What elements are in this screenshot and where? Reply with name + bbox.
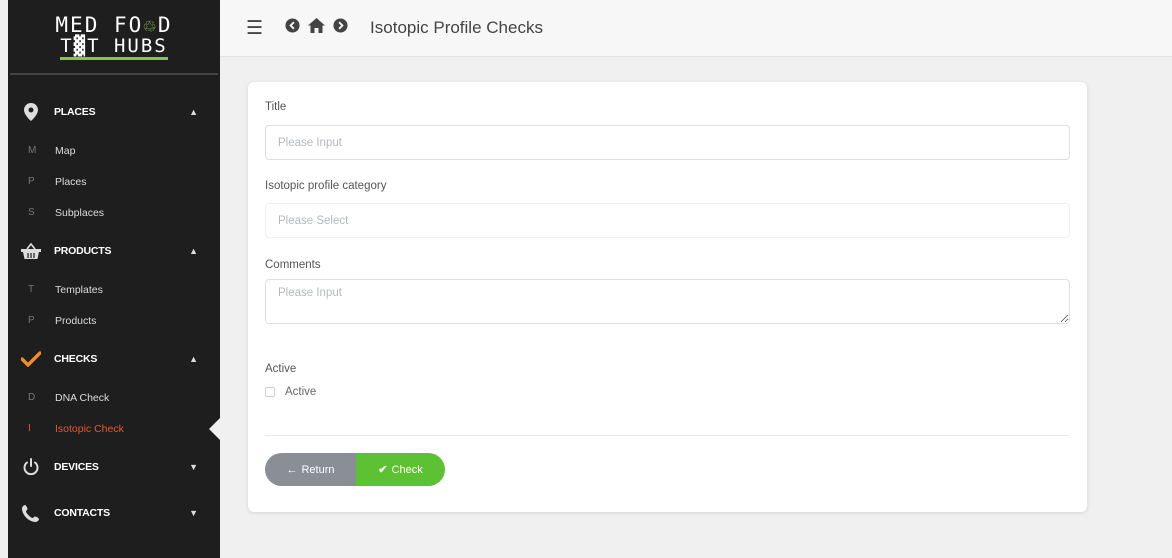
leaf-icon: ♲ [143, 12, 158, 37]
caret-up-icon: ▲ [189, 107, 198, 117]
home-icon[interactable] [308, 18, 326, 38]
caret-down-icon: ▼ [189, 462, 198, 472]
sidebar-menu: PLACES ▲ M Map P Places S Subplaces PROD… [8, 75, 221, 536]
back-icon[interactable] [285, 18, 300, 38]
sidebar-item-subplaces[interactable]: S Subplaces [8, 197, 220, 228]
arrow-left-icon: ← [286, 463, 298, 476]
sidebar-item-places[interactable]: P Places [8, 166, 220, 197]
form-card: Title Isotopic profile category Please S… [248, 82, 1087, 512]
category-select[interactable]: Please Select [265, 203, 1070, 238]
active-checkbox[interactable] [265, 387, 275, 397]
sidebar-item-products[interactable]: P Products [8, 305, 220, 336]
top-bar: ☰ Isotopic Profile Checks [220, 0, 1172, 57]
sidebar-item-templates[interactable]: T Templates [8, 274, 220, 305]
sidebar: MED FO♲D T▓T HUBS PLACES ▲ M Map P Place… [8, 0, 221, 558]
active-checkbox-row[interactable]: Active [265, 386, 316, 398]
sidebar-group-devices[interactable]: DEVICES ▼ [8, 444, 220, 490]
basket-icon [20, 240, 42, 262]
caret-up-icon: ▲ [189, 354, 198, 364]
logo[interactable]: MED FO♲D T▓T HUBS [10, 0, 218, 75]
caret-up-icon: ▲ [189, 246, 198, 256]
active-label: Active [265, 363, 297, 375]
menu-icon[interactable]: ☰ [246, 17, 263, 40]
forward-icon[interactable] [333, 18, 348, 38]
sidebar-group-contacts[interactable]: CONTACTS ▼ [8, 490, 220, 536]
sidebar-group-places[interactable]: PLACES ▲ [8, 89, 220, 135]
title-input[interactable] [265, 125, 1070, 160]
power-icon [20, 456, 42, 478]
title-label: Title [265, 101, 287, 113]
sidebar-group-products[interactable]: PRODUCTS ▲ [8, 228, 220, 274]
map-pin-icon [20, 101, 42, 123]
sidebar-item-isotopic-check[interactable]: I Isotopic Check [8, 413, 221, 444]
button-group: ← Return ✔ Check [265, 453, 445, 486]
sidebar-item-map[interactable]: M Map [8, 135, 220, 166]
check-button[interactable]: ✔ Check [356, 453, 445, 486]
return-button[interactable]: ← Return [265, 453, 356, 486]
page-title: Isotopic Profile Checks [370, 18, 543, 37]
check-icon [20, 348, 42, 370]
comments-textarea[interactable] [265, 279, 1070, 324]
category-label: Isotopic profile category [265, 180, 387, 192]
checkmark-icon: ✔ [378, 464, 388, 476]
sidebar-item-dna-check[interactable]: D DNA Check [8, 382, 220, 413]
comments-label: Comments [265, 259, 321, 271]
phone-icon [20, 502, 42, 524]
divider [265, 435, 1070, 436]
sidebar-group-checks[interactable]: CHECKS ▲ [8, 336, 220, 382]
caret-down-icon: ▼ [189, 508, 198, 518]
